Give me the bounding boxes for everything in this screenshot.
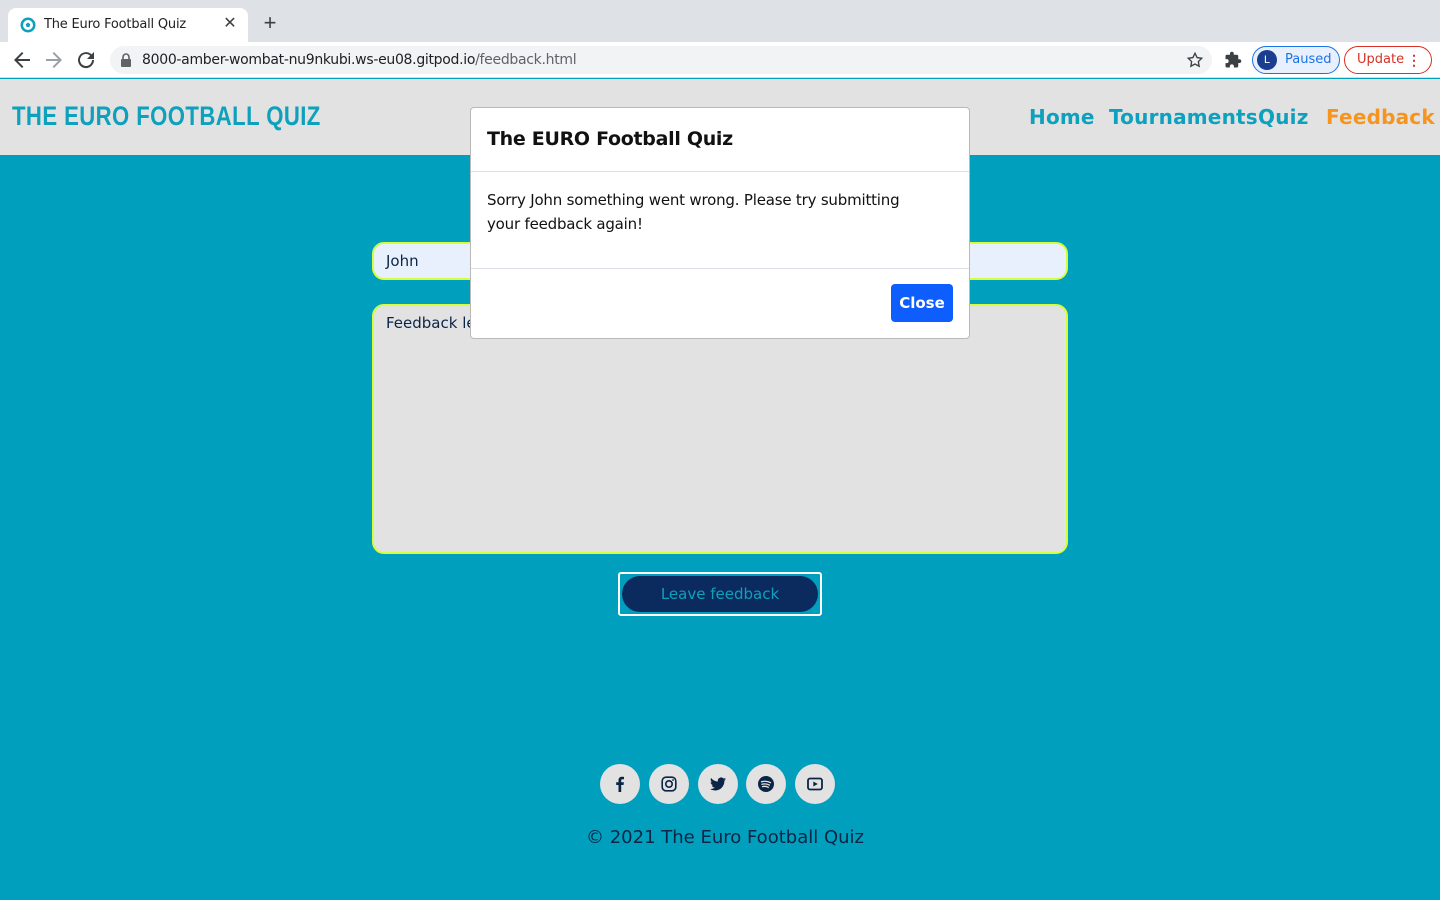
error-modal: The EURO Football Quiz Sorry John someth… xyxy=(470,107,970,339)
nav-feedback[interactable]: Feedback xyxy=(1326,105,1435,129)
instagram-icon xyxy=(661,776,677,792)
reload-icon[interactable] xyxy=(74,48,98,72)
url-path: /feedback.html xyxy=(475,52,577,68)
extensions-puzzle-icon[interactable] xyxy=(1224,51,1242,69)
modal-header-divider xyxy=(471,171,969,172)
modal-title: The EURO Football Quiz xyxy=(487,128,733,150)
new-tab-icon[interactable]: + xyxy=(258,12,282,36)
browser-tab-bar: The Euro Football Quiz ✕ + xyxy=(0,0,1440,42)
twitter-icon xyxy=(710,777,726,791)
update-button[interactable]: Update ⋮ xyxy=(1344,46,1432,74)
tab-close-icon[interactable]: ✕ xyxy=(220,14,240,34)
update-label: Update xyxy=(1357,52,1405,67)
tab-title: The Euro Football Quiz xyxy=(44,17,187,32)
leave-feedback-button-focus-ring: Leave feedback xyxy=(618,572,822,616)
modal-footer-divider xyxy=(471,268,969,269)
profile-button[interactable]: L Paused xyxy=(1252,46,1340,74)
spotify-icon xyxy=(758,776,774,792)
url-host: 8000-amber-wombat-nu9nkubi.ws-eu08.gitpo… xyxy=(142,52,476,68)
more-vert-icon: ⋮ xyxy=(1407,52,1421,68)
youtube-link[interactable] xyxy=(795,764,835,804)
url-text: 8000-amber-wombat-nu9nkubi.ws-eu08.gitpo… xyxy=(142,52,577,68)
nav-quiz[interactable]: Quiz xyxy=(1258,105,1309,129)
copyright-text: © 2021 The Euro Football Quiz xyxy=(586,827,864,848)
bookmark-star-icon[interactable] xyxy=(1186,51,1204,69)
football-icon xyxy=(20,17,36,33)
browser-tab[interactable]: The Euro Football Quiz ✕ xyxy=(8,8,248,42)
address-bar[interactable]: 8000-amber-wombat-nu9nkubi.ws-eu08.gitpo… xyxy=(110,46,1212,74)
avatar: L xyxy=(1257,50,1277,70)
forward-arrow-icon[interactable] xyxy=(42,48,66,72)
nav-tournaments[interactable]: Tournaments xyxy=(1109,105,1258,129)
facebook-icon xyxy=(616,776,624,792)
youtube-icon xyxy=(807,777,823,791)
back-arrow-icon[interactable] xyxy=(10,48,34,72)
browser-toolbar: 8000-amber-wombat-nu9nkubi.ws-eu08.gitpo… xyxy=(0,42,1440,78)
twitter-link[interactable] xyxy=(698,764,738,804)
modal-message: Sorry John something went wrong. Please … xyxy=(487,191,900,233)
spotify-link[interactable] xyxy=(746,764,786,804)
site-logo[interactable]: THE EURO FOOTBALL QUIZ xyxy=(12,101,321,132)
profile-status: Paused xyxy=(1285,52,1332,67)
instagram-link[interactable] xyxy=(649,764,689,804)
nav-home[interactable]: Home xyxy=(1029,105,1095,129)
leave-feedback-label: Leave feedback xyxy=(660,585,780,603)
modal-close-button[interactable]: Close xyxy=(891,284,953,322)
leave-feedback-button[interactable]: Leave feedback xyxy=(622,576,818,612)
feedback-textarea[interactable]: Feedback left here xyxy=(372,304,1068,554)
facebook-link[interactable] xyxy=(600,764,640,804)
name-input-value: John xyxy=(386,252,419,270)
lock-icon xyxy=(121,53,131,67)
